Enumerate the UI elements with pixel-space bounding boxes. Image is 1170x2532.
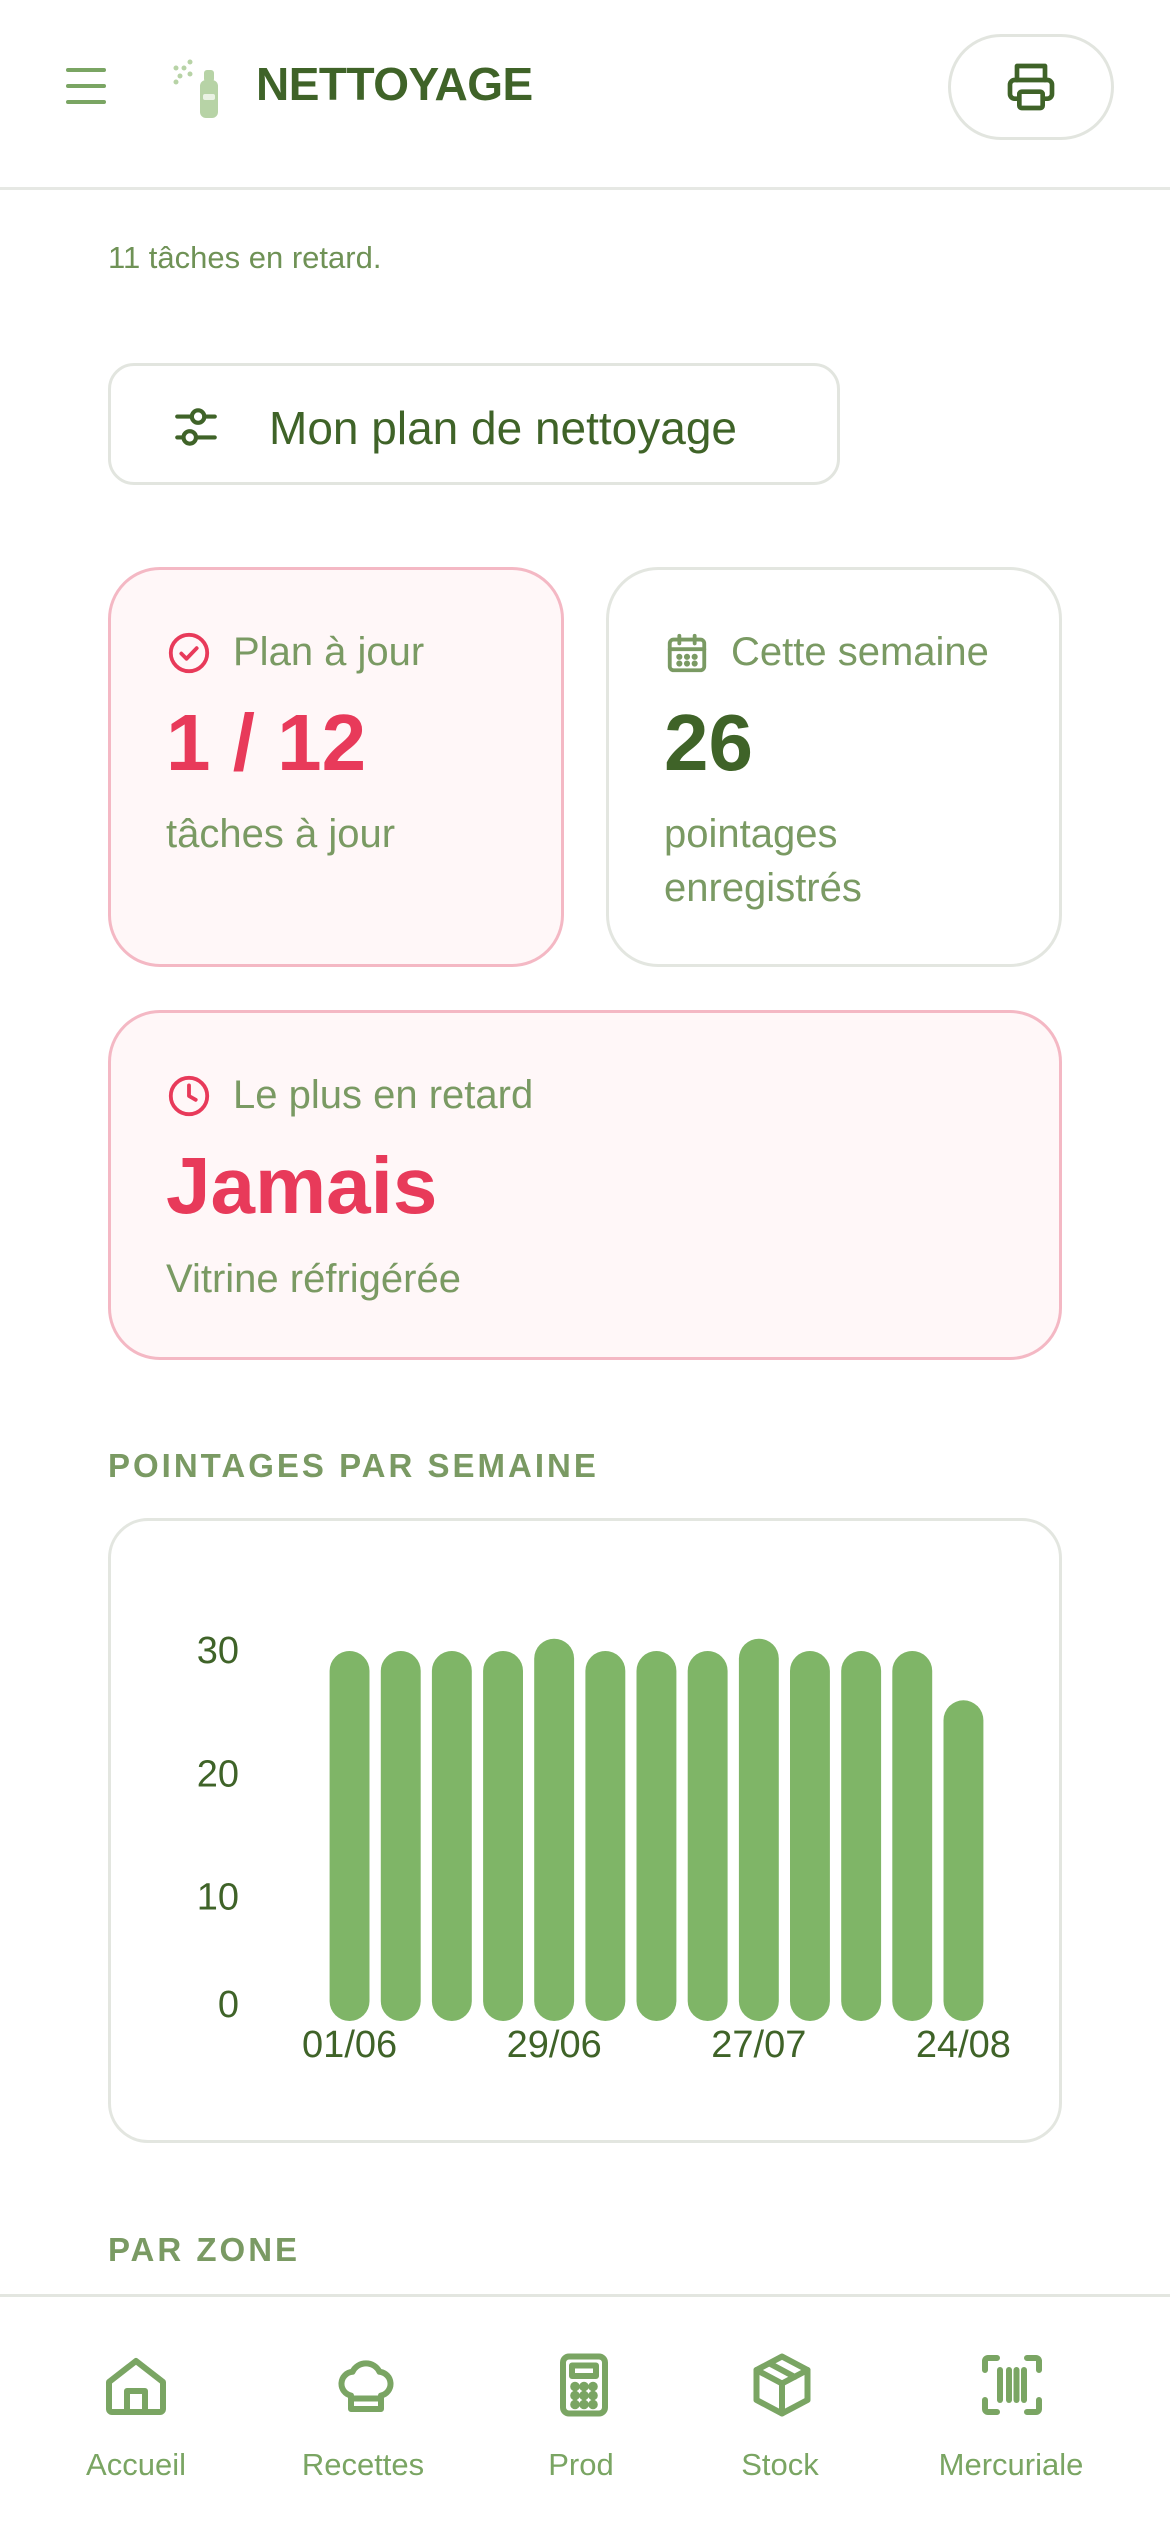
clock-icon xyxy=(168,1075,210,1117)
y-tick-label: 0 xyxy=(218,1984,239,2026)
menu-button[interactable] xyxy=(62,66,110,106)
chart-bar-22-06 xyxy=(483,1651,523,2021)
check-circle-icon xyxy=(168,632,210,674)
chart-bar-29-06 xyxy=(534,1638,575,2021)
plan-status-sub: tâches à jour xyxy=(166,812,396,856)
nav-item-accueil[interactable]: Accueil xyxy=(0,2297,234,2532)
sliders-icon xyxy=(175,408,217,446)
app-header: NETTOYAGE xyxy=(0,0,1170,190)
chart-bar-10-08 xyxy=(841,1651,882,2021)
nav-item-mercuriale[interactable]: Mercuriale xyxy=(936,2297,1170,2532)
printer-icon xyxy=(1007,63,1055,111)
barcode-scan-icon xyxy=(982,2355,1042,2415)
menu-icon xyxy=(66,68,106,72)
box-icon xyxy=(753,2353,811,2417)
weekly-count-sub-line2: enregistrés xyxy=(664,866,862,910)
menu-icon-bar xyxy=(66,100,106,104)
weekly-chart-card: 0 10 20 30 01/06 29/06 27/07 24/08 xyxy=(108,1518,1062,2143)
nav-label-recettes: Recettes xyxy=(301,2447,425,2482)
x-tick-label: 27/07 xyxy=(711,2024,806,2066)
chart-bar-03-08 xyxy=(790,1651,830,2021)
nav-item-stock[interactable]: Stock xyxy=(702,2297,936,2532)
chef-hat-icon xyxy=(338,2360,394,2412)
chart-bar-24-08 xyxy=(943,1700,984,2021)
nav-item-prod[interactable]: Prod xyxy=(468,2297,702,2532)
cleaning-plan-label: Mon plan de nettoyage xyxy=(269,402,738,454)
y-tick-label: 20 xyxy=(197,1753,239,1795)
nav-label-accueil: Accueil xyxy=(86,2447,186,2482)
page-title: NETTOYAGE xyxy=(256,58,533,110)
print-button[interactable] xyxy=(948,34,1114,140)
plan-status-card: Plan à jour 1 / 12 tâches à jour xyxy=(108,567,564,967)
overdue-message: 11 tâches en retard. xyxy=(108,240,382,275)
nav-label-mercuriale: Mercuriale xyxy=(938,2447,1084,2482)
x-tick-label: 01/06 xyxy=(302,2024,397,2066)
weekly-bar-chart: 0 10 20 30 01/06 29/06 27/07 24/08 xyxy=(197,1630,1011,2066)
y-tick-label: 30 xyxy=(197,1630,239,1672)
weekly-count-card: Cette semaine 26 pointages enregistrés xyxy=(606,567,1062,967)
weekly-count-value: 26 xyxy=(664,698,753,787)
chart-bar-17-08 xyxy=(892,1651,933,2021)
calculator-icon xyxy=(560,2353,608,2417)
most-overdue-label: Le plus en retard xyxy=(233,1073,534,1117)
cleaning-plan-button[interactable]: Mon plan de nettoyage xyxy=(108,363,840,485)
weekly-count-sub-line1: pointages xyxy=(664,812,838,856)
most-overdue-card: Le plus en retard Jamais Vitrine réfrigé… xyxy=(108,1010,1062,1360)
chart-bar-13-07 xyxy=(636,1651,677,2021)
calendar-icon xyxy=(667,633,707,673)
menu-icon-bar xyxy=(66,84,106,88)
chart-bar-08-06 xyxy=(380,1651,421,2021)
plan-status-value: 1 / 12 xyxy=(166,698,367,787)
nav-item-recettes[interactable]: Recettes xyxy=(234,2297,468,2532)
zone-section-title: PAR ZONE xyxy=(108,2231,301,2268)
spray-bottle-icon xyxy=(173,59,218,118)
most-overdue-sub: Vitrine réfrigérée xyxy=(166,1257,461,1301)
nav-label-stock: Stock xyxy=(741,2447,819,2482)
chart-bar-01-06 xyxy=(329,1651,370,2021)
x-tick-label: 29/06 xyxy=(507,2024,602,2066)
weekly-count-label: Cette semaine xyxy=(731,630,989,674)
x-tick-label: 24/08 xyxy=(916,2024,1011,2066)
chart-bar-06-07 xyxy=(585,1651,626,2021)
y-tick-label: 10 xyxy=(197,1877,239,1919)
bottom-nav: Accueil Recettes Prod Stock Mercuriale xyxy=(0,2294,1170,2532)
chart-bar-20-07 xyxy=(687,1651,728,2021)
plan-status-label: Plan à jour xyxy=(233,630,425,674)
most-overdue-value: Jamais xyxy=(166,1141,438,1230)
home-icon xyxy=(106,2358,166,2415)
weekly-section-title: POINTAGES PAR SEMAINE xyxy=(108,1447,599,1484)
nav-label-prod: Prod xyxy=(548,2447,614,2482)
chart-bar-15-06 xyxy=(431,1651,472,2021)
chart-bar-27-07 xyxy=(738,1638,779,2021)
